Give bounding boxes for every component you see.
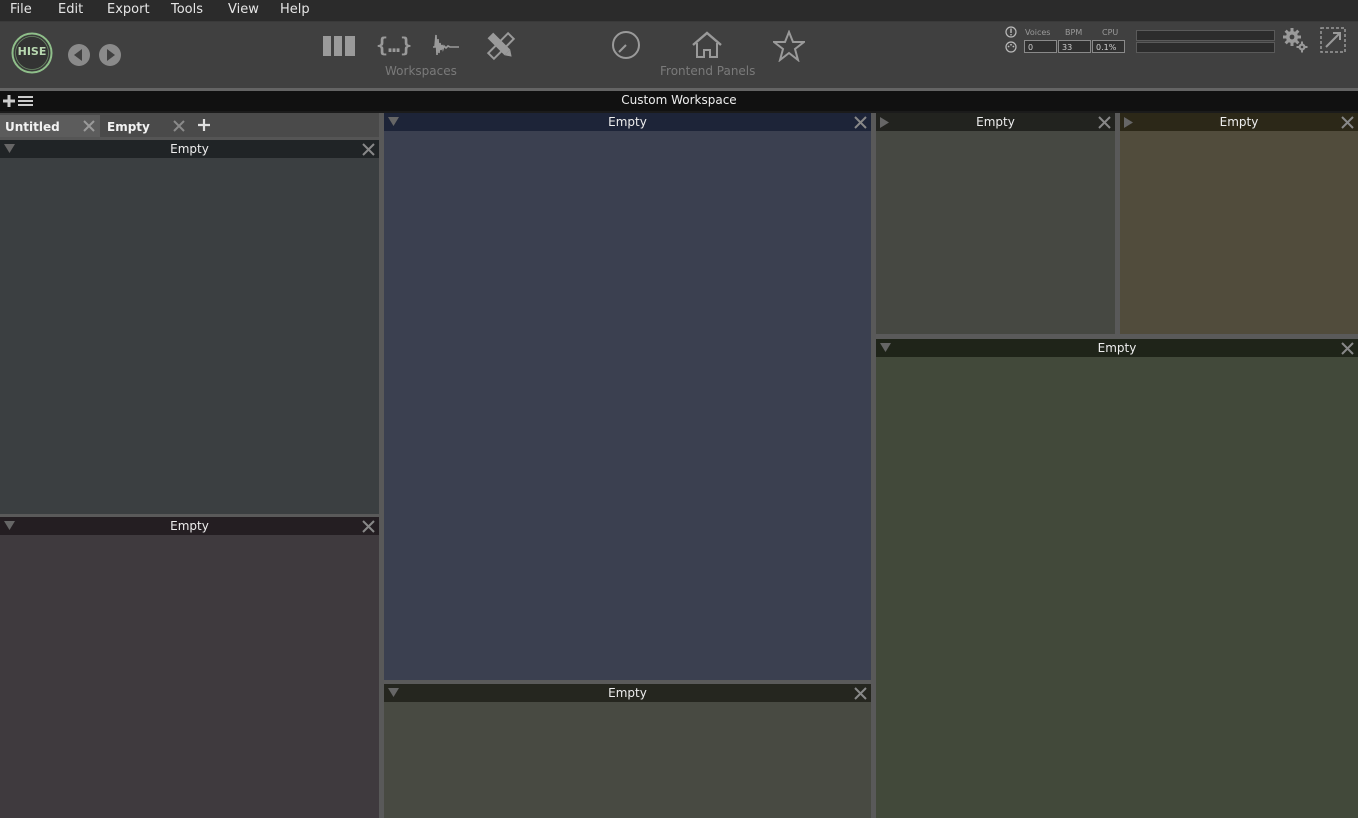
frontend-home-button[interactable]: [690, 30, 724, 60]
back-arrow-icon: [68, 44, 90, 66]
menu-file[interactable]: File: [10, 2, 32, 17]
panel-right-bottom: Empty: [876, 339, 1358, 818]
panel-header: Empty: [384, 684, 871, 702]
voices-value: 0: [1024, 40, 1057, 53]
menu-view[interactable]: View: [228, 2, 259, 17]
menu-edit[interactable]: Edit: [58, 2, 83, 17]
midi-icon[interactable]: [1005, 41, 1017, 53]
close-icon[interactable]: [172, 119, 186, 133]
main-toolbar: HISE {…} Workspaces Frontend Panels Voic…: [0, 22, 1358, 88]
panel-left-top: Empty: [0, 140, 379, 514]
menu-bar: File Edit Export Tools View Help: [0, 0, 1358, 22]
panel-title: Empty: [608, 115, 647, 129]
panel-title: Empty: [170, 519, 209, 533]
sampler-workspace-button[interactable]: [432, 31, 460, 61]
panel-body: [1120, 131, 1358, 334]
tab-untitled[interactable]: Untitled: [0, 115, 100, 137]
frontend-knob-button[interactable]: [610, 30, 642, 60]
panel-header: Empty: [876, 339, 1358, 357]
horizontal-splitter[interactable]: [0, 514, 379, 517]
panel-header: Empty: [1120, 113, 1358, 131]
panel-header: Empty: [876, 113, 1115, 131]
frontend-panels-label: Frontend Panels: [660, 64, 756, 78]
panel-right-top-right: Empty: [1120, 113, 1358, 334]
close-icon[interactable]: [82, 119, 96, 133]
cpu-value: 0.1%: [1092, 40, 1125, 53]
panel-body: [0, 535, 379, 818]
expand-icon: [1320, 27, 1346, 53]
panel-body: [384, 131, 871, 680]
peak-meter-right: [1136, 42, 1275, 53]
voices-label: Voices: [1025, 28, 1051, 37]
workspaces-label: Workspaces: [385, 64, 457, 78]
tab-strip: Untitled Empty: [0, 113, 380, 137]
forward-button[interactable]: [98, 43, 122, 67]
knob-icon: [612, 31, 640, 59]
gear-icon: [1283, 28, 1308, 53]
favorites-button[interactable]: [773, 30, 805, 62]
panel-body: [876, 131, 1115, 334]
back-button[interactable]: [67, 43, 91, 67]
workspace-title: Custom Workspace: [621, 93, 737, 107]
panel-title: Empty: [1097, 341, 1137, 355]
menu-help[interactable]: Help: [280, 2, 310, 17]
close-icon[interactable]: [853, 115, 868, 130]
close-icon[interactable]: [853, 686, 868, 701]
panel-header: Empty: [0, 140, 379, 158]
script-workspace-button[interactable]: {…}: [376, 33, 412, 57]
star-icon: [773, 30, 805, 62]
home-icon: [692, 31, 722, 58]
ui-designer-button[interactable]: [485, 30, 517, 62]
panel-header: Empty: [384, 113, 871, 131]
columns-icon: [323, 36, 355, 56]
horizontal-splitter[interactable]: [384, 680, 871, 684]
panel-center-bottom: Empty: [384, 684, 871, 818]
close-icon[interactable]: [1340, 341, 1355, 356]
panel-left-bottom: Empty: [0, 517, 379, 818]
tab-separator: [0, 137, 379, 140]
close-icon[interactable]: [1340, 115, 1355, 130]
fullscreen-button[interactable]: [1319, 26, 1347, 54]
cpu-label: CPU: [1102, 28, 1119, 37]
tab-label: Empty: [107, 120, 150, 134]
settings-button[interactable]: [1281, 26, 1309, 54]
curly-braces-icon: {…}: [376, 33, 413, 57]
peak-meter-left: [1136, 30, 1275, 41]
bpm-label: BPM: [1065, 28, 1083, 37]
bpm-value: 33: [1058, 40, 1091, 53]
panel-title: Empty: [170, 142, 209, 156]
panel-header: Empty: [0, 517, 379, 535]
menu-export[interactable]: Export: [107, 2, 150, 17]
add-tab-icon[interactable]: [197, 118, 211, 132]
close-icon[interactable]: [361, 142, 376, 157]
menu-tools[interactable]: Tools: [171, 2, 203, 17]
tab-empty[interactable]: Empty: [100, 115, 192, 137]
waveform-icon: [433, 34, 459, 56]
panel-right-top-left: Empty: [876, 113, 1115, 334]
panel-body: [384, 702, 871, 818]
panel-title: Empty: [608, 686, 647, 700]
panel-body: [0, 158, 379, 514]
logo-text: HISE: [17, 45, 47, 58]
hise-logo-button[interactable]: HISE: [11, 32, 53, 74]
panel-title: Empty: [1219, 115, 1259, 129]
forward-arrow-icon: [99, 44, 121, 66]
close-icon[interactable]: [1097, 115, 1112, 130]
panel-body: [876, 357, 1358, 818]
panel-center-top: Empty: [384, 113, 871, 680]
panel-title: Empty: [976, 115, 1015, 129]
main-workspace-button[interactable]: [322, 33, 356, 59]
tab-label: Untitled: [5, 120, 60, 134]
warning-icon[interactable]: [1005, 26, 1017, 38]
close-icon[interactable]: [361, 519, 376, 534]
pencil-ruler-icon: [486, 31, 516, 61]
